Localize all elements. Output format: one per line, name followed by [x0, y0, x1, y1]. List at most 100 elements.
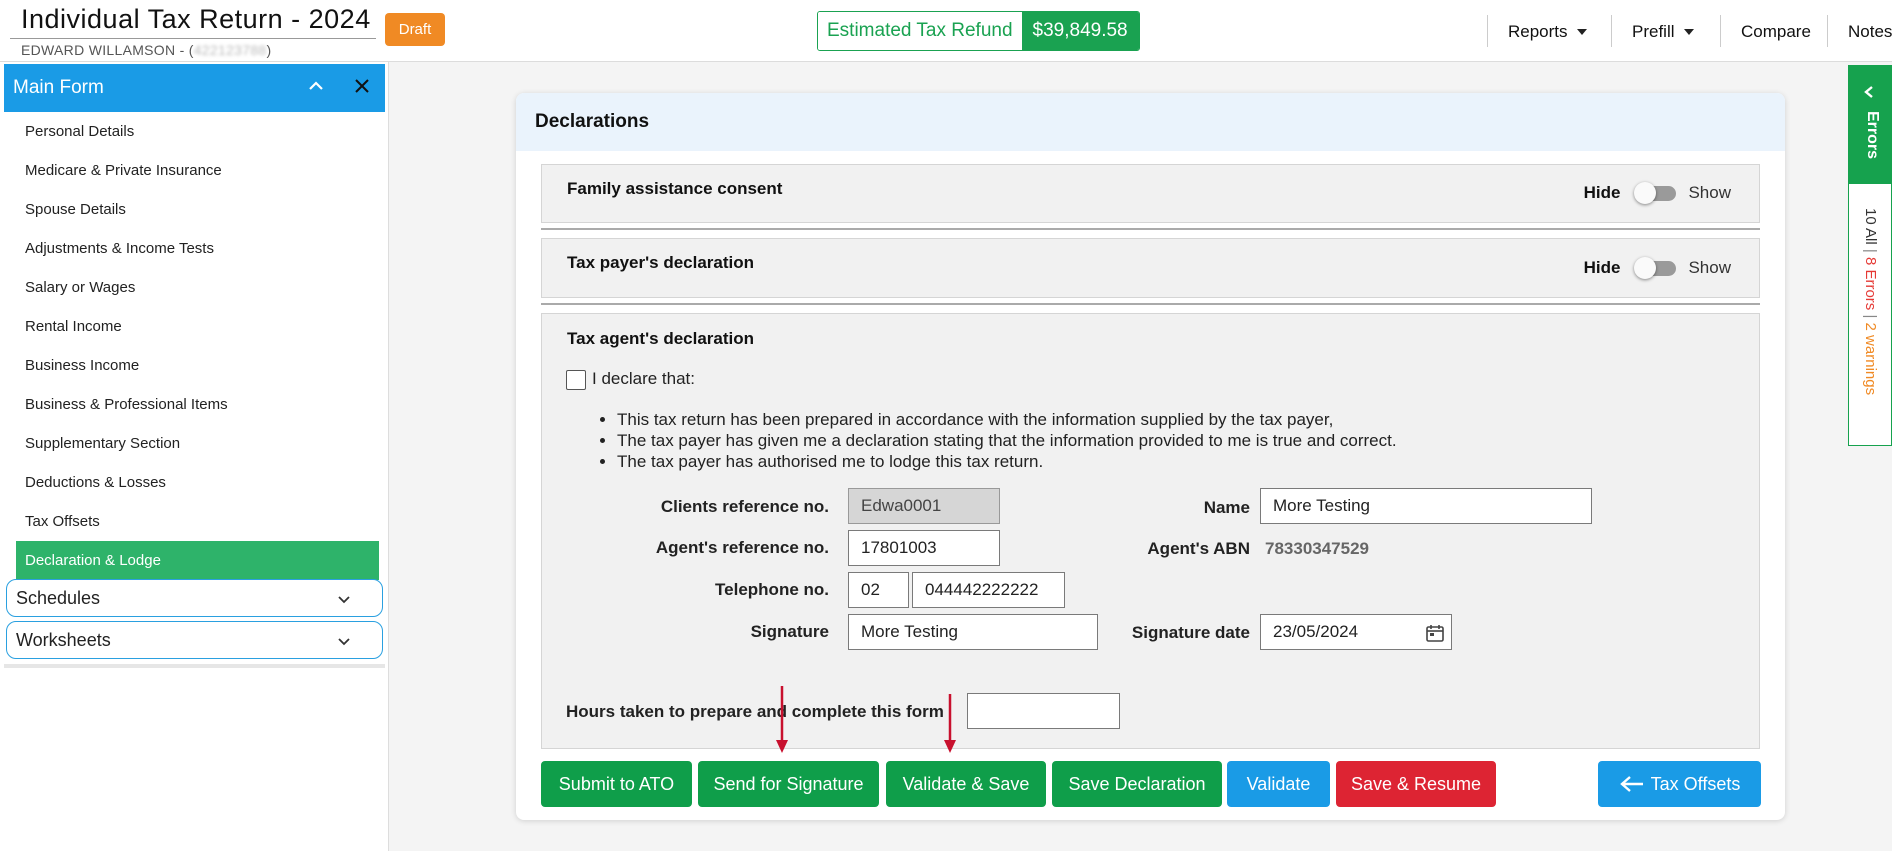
tax-offsets-button[interactable]: Tax Offsets — [1598, 761, 1761, 807]
declaration-item: This tax return has been prepared in acc… — [617, 409, 1397, 430]
name-input[interactable]: More Testing — [1260, 488, 1592, 524]
chevron-down-icon — [338, 596, 350, 604]
errors-summary-text: 10 All | 8 Errors | 2 warnings — [1862, 208, 1879, 395]
family-assistance-toggle[interactable]: Hide Show — [1584, 182, 1731, 204]
clients-ref-input: Edwa0001 — [848, 488, 1000, 524]
calendar-icon[interactable] — [1425, 623, 1445, 643]
title-divider — [10, 38, 376, 39]
errors-summary[interactable]: 10 All | 8 Errors | 2 warnings — [1848, 184, 1892, 446]
sidebar-item-adjustments[interactable]: Adjustments & Income Tests — [16, 229, 379, 268]
estimated-refund: Estimated Tax Refund $39,849.58 — [817, 11, 1140, 51]
errors-tab-label: Errors — [1864, 111, 1881, 160]
sidebar-item-business-professional[interactable]: Business & Professional Items — [16, 385, 379, 424]
signature-input[interactable]: More Testing — [848, 614, 1098, 650]
client-info: EDWARD WILLAMSON - (422123788) — [21, 42, 271, 58]
arrow-down-icon — [944, 694, 956, 753]
compare-link[interactable]: Compare — [1720, 15, 1826, 49]
client-id: 422123788 — [193, 42, 267, 58]
warnings-count: 2 warnings — [1862, 322, 1879, 396]
declaration-item: The tax payer has authorised me to lodge… — [617, 451, 1397, 472]
toggle-hide-label: Hide — [1583, 183, 1621, 202]
sidebar-item-business-income[interactable]: Business Income — [16, 346, 379, 385]
main-form-nav: Personal Details Medicare & Private Insu… — [16, 112, 379, 580]
validate-button[interactable]: Validate — [1227, 761, 1330, 807]
agent-declaration-title: Tax agent's declaration — [567, 329, 755, 348]
summary-separator: | — [1862, 248, 1879, 253]
sidebar-item-personal-details[interactable]: Personal Details — [16, 112, 379, 151]
declare-label: I declare that: — [592, 369, 696, 388]
caret-down-icon — [1576, 29, 1587, 35]
signature-date-value: 23/05/2024 — [1273, 622, 1359, 641]
close-icon[interactable] — [351, 75, 373, 97]
nav-separator — [1827, 15, 1828, 47]
taxpayer-declaration-section: Tax payer's declaration Hide Show — [541, 238, 1760, 298]
save-resume-button[interactable]: Save & Resume — [1336, 761, 1496, 807]
declare-checkbox[interactable] — [566, 370, 586, 390]
family-assistance-title: Family assistance consent — [567, 179, 783, 198]
client-close: ) — [266, 42, 272, 58]
sidebar-item-supplementary[interactable]: Supplementary Section — [16, 424, 379, 463]
sidebar: Main Form Personal Details Medicare & Pr… — [0, 62, 389, 851]
signature-date-input[interactable]: 23/05/2024 — [1260, 614, 1452, 650]
tax-offsets-label: Tax Offsets — [1650, 773, 1741, 794]
sidebar-item-spouse-details[interactable]: Spouse Details — [16, 190, 379, 229]
reports-menu[interactable]: Reports — [1487, 15, 1613, 49]
toggle-show-label: Show — [1688, 258, 1731, 277]
errors-count: 8 Errors — [1862, 256, 1879, 311]
sidebar-divider — [4, 664, 385, 668]
telephone-area-input[interactable]: 02 — [848, 572, 909, 608]
prefill-label: Prefill — [1632, 22, 1675, 41]
refund-value: $39,849.58 — [1021, 12, 1139, 50]
send-for-signature-button[interactable]: Send for Signature — [698, 761, 879, 807]
submit-to-ato-button[interactable]: Submit to ATO — [541, 761, 692, 807]
sidebar-item-medicare[interactable]: Medicare & Private Insurance — [16, 151, 379, 190]
sidebar-item-declaration-lodge[interactable]: Declaration & Lodge — [16, 541, 379, 580]
agents-ref-input[interactable]: 17801003 — [848, 530, 1000, 566]
arrow-down-icon — [776, 686, 788, 753]
worksheets-accordion[interactable]: Worksheets — [6, 621, 383, 659]
summary-separator: | — [1862, 314, 1879, 319]
telephone-label: Telephone no. — [715, 580, 829, 599]
name-label: Name — [1203, 498, 1250, 517]
nav-separator — [1487, 15, 1488, 47]
schedules-accordion[interactable]: Schedules — [6, 579, 383, 617]
save-declaration-button[interactable]: Save Declaration — [1052, 761, 1222, 807]
status-badge: Draft — [385, 13, 445, 46]
all-count: 10 All — [1862, 208, 1879, 245]
hours-input[interactable] — [967, 693, 1120, 729]
toggle-switch[interactable] — [1634, 257, 1677, 279]
agent-abn-label: Agent's ABN — [1147, 539, 1250, 558]
taxpayer-declaration-toggle[interactable]: Hide Show — [1584, 257, 1731, 279]
section-divider — [541, 228, 1760, 230]
main-form-header[interactable]: Main Form — [4, 64, 385, 112]
nav-separator — [1611, 15, 1612, 47]
signature-label: Signature — [750, 622, 829, 641]
arrow-left-icon — [1619, 776, 1643, 792]
signature-date-label: Signature date — [1131, 623, 1250, 642]
hours-label: Hours taken to prepare and complete this… — [566, 702, 944, 721]
validate-save-button[interactable]: Validate & Save — [886, 761, 1046, 807]
declaration-item: The tax payer has given me a declaration… — [617, 430, 1397, 451]
sidebar-item-deductions[interactable]: Deductions & Losses — [16, 463, 379, 502]
sidebar-item-rental-income[interactable]: Rental Income — [16, 307, 379, 346]
caret-down-icon — [1683, 29, 1694, 35]
toggle-show-label: Show — [1688, 183, 1731, 202]
app-header: Individual Tax Return - 2024 EDWARD WILL… — [0, 0, 1892, 62]
agent-declaration-section: Tax agent's declaration — [541, 313, 1760, 749]
chevron-left-icon — [1864, 86, 1873, 98]
card-title: Declarations — [516, 93, 1785, 151]
worksheets-label: Worksheets — [16, 629, 111, 650]
telephone-number-input[interactable]: 044442222222 — [912, 572, 1065, 608]
toggle-switch[interactable] — [1634, 182, 1677, 204]
sidebar-item-salary-wages[interactable]: Salary or Wages — [16, 268, 379, 307]
prefill-menu[interactable]: Prefill — [1611, 15, 1723, 49]
refund-label: Estimated Tax Refund — [818, 12, 1022, 50]
chevron-up-icon[interactable] — [307, 77, 325, 95]
reports-label: Reports — [1508, 22, 1568, 41]
sidebar-item-tax-offsets[interactable]: Tax Offsets — [16, 502, 379, 541]
declaration-list: This tax return has been prepared in acc… — [617, 409, 1397, 472]
errors-tab[interactable]: Errors — [1848, 65, 1892, 184]
agent-abn-value: 78330347529 — [1265, 539, 1370, 558]
notes-link[interactable]: Notes — [1827, 15, 1892, 49]
agents-ref-label: Agent's reference no. — [655, 538, 829, 557]
